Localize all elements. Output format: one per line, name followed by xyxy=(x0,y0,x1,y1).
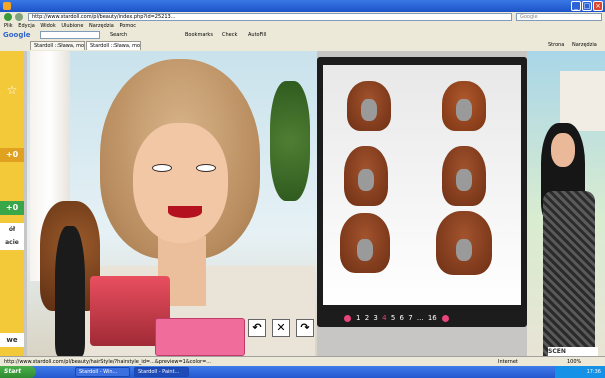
left-text-2: acie xyxy=(0,236,24,250)
google-logo: Google xyxy=(3,31,31,39)
wig-pager: 1 2 3 4 5 6 7 ... 16 xyxy=(340,313,490,324)
menu-bar: Plik Edycja Widok Ulubione Narzędzia Pom… xyxy=(0,22,605,30)
pager-next-icon[interactable] xyxy=(441,314,449,322)
page-16[interactable]: 16 xyxy=(428,314,437,322)
wig-stand-3 xyxy=(358,169,374,191)
browser-search-input[interactable]: Google xyxy=(516,13,602,21)
undo-button[interactable]: ↶ xyxy=(248,319,266,337)
page-content: ☆ +0 +0 ół acie we ↶ ✕ ↷ 1 2 3 4 5 6 7 .… xyxy=(0,51,605,356)
page-menu-button[interactable]: Strona xyxy=(548,41,564,50)
tools-menu-button[interactable]: Narzędzia xyxy=(572,41,597,50)
avatar-lips xyxy=(168,206,202,218)
wig-stand-1 xyxy=(361,99,377,121)
model-dress xyxy=(543,191,595,356)
menu-item-help[interactable]: Pomoc xyxy=(119,22,136,30)
menu-item-file[interactable]: Plik xyxy=(4,22,13,30)
avatar-left-eye xyxy=(152,164,172,172)
wig-stand-6 xyxy=(456,239,472,261)
model-face xyxy=(551,133,575,167)
bookmarks-button[interactable]: Bookmarks xyxy=(185,31,213,39)
left-text-1: ół xyxy=(0,223,24,237)
page-4[interactable]: 4 xyxy=(382,314,386,322)
wig-stand-4 xyxy=(456,169,472,191)
wig-stand-5 xyxy=(357,239,373,261)
start-button[interactable]: Start xyxy=(0,366,36,378)
avatar-right-eye xyxy=(196,164,216,172)
wig-stand-2 xyxy=(456,99,472,121)
security-zone: Internet xyxy=(498,359,518,365)
google-search-input[interactable] xyxy=(40,31,100,39)
left-counter-1: +0 xyxy=(0,148,24,162)
minimize-button[interactable]: _ xyxy=(571,1,581,11)
forward-icon[interactable] xyxy=(15,13,23,21)
left-panel: ☆ +0 +0 ół acie we xyxy=(0,51,24,356)
page-1[interactable]: 1 xyxy=(356,314,360,322)
scene-sign: SCEN xyxy=(548,347,598,356)
status-text: http://www.stardoll.com/pl/beauty/hairSt… xyxy=(4,359,212,365)
system-tray-clock: 17:36 xyxy=(555,366,605,378)
tab-stardoll-2[interactable]: Stardoll ::Sława, moda i przy... xyxy=(86,41,141,50)
star-icon[interactable]: ☆ xyxy=(0,83,24,97)
window-title-bar: _ □ × xyxy=(0,0,605,12)
browser-icon xyxy=(3,2,11,10)
clear-button[interactable]: ✕ xyxy=(272,319,290,337)
back-icon[interactable] xyxy=(4,13,12,21)
check-button[interactable]: Check xyxy=(222,31,237,39)
pink-makeup-box xyxy=(155,318,245,356)
plant-image xyxy=(270,81,310,201)
page-2[interactable]: 2 xyxy=(365,314,369,322)
page-3[interactable]: 3 xyxy=(373,314,377,322)
background-house xyxy=(560,71,605,131)
maximize-button[interactable]: □ xyxy=(582,1,592,11)
avatar-face xyxy=(133,123,228,243)
tab-stardoll-1[interactable]: Stardoll ::Sława, moda ... xyxy=(30,41,85,50)
menu-item-view[interactable]: Widok xyxy=(40,22,55,30)
address-input[interactable]: http://www.stardoll.com/pl/beauty/index.… xyxy=(28,13,512,21)
pager-prev-icon[interactable] xyxy=(344,314,351,322)
zoom-level[interactable]: 100% xyxy=(567,358,581,366)
menu-item-edit[interactable]: Edycja xyxy=(18,22,35,30)
page-7[interactable]: 7 xyxy=(408,314,412,322)
google-search-button[interactable]: Search xyxy=(110,31,127,39)
page-ellipsis: ... xyxy=(416,314,424,322)
redo-button[interactable]: ↷ xyxy=(296,319,314,337)
menu-item-tools[interactable]: Narzędzia xyxy=(89,22,114,30)
taskbar-task-2[interactable]: Stardoll - Paint... xyxy=(134,367,189,377)
close-button[interactable]: × xyxy=(593,1,603,11)
menu-item-favorites[interactable]: Ulubione xyxy=(61,22,83,30)
mannequin-head xyxy=(55,226,85,356)
autofill-button[interactable]: AutoFill xyxy=(248,31,266,39)
left-counter-2: +0 xyxy=(0,201,24,215)
left-text-3: we xyxy=(0,333,24,347)
page-5[interactable]: 5 xyxy=(391,314,395,322)
taskbar-task-1[interactable]: Stardoll - Win... xyxy=(75,367,130,377)
taskbar: Start Stardoll - Win... Stardoll - Paint… xyxy=(0,366,605,378)
page-6[interactable]: 6 xyxy=(400,314,404,322)
